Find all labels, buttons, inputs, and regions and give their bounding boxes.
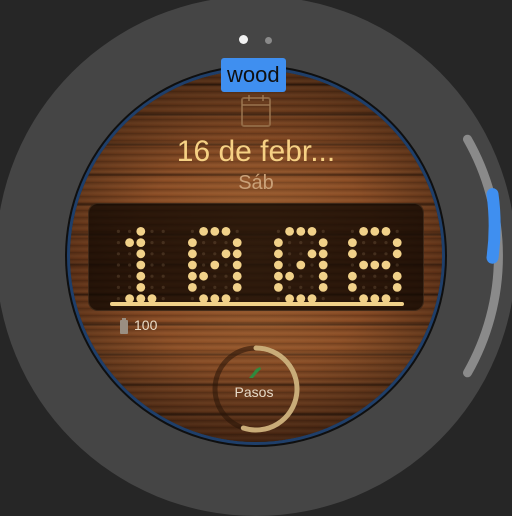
time-digit <box>188 227 242 303</box>
time-digit <box>274 227 328 303</box>
page-dot-active[interactable] <box>239 35 248 44</box>
time-underline <box>110 302 404 306</box>
watchface-name-label: wood <box>221 58 286 92</box>
time-digit <box>348 227 402 303</box>
scroll-thumb[interactable] <box>486 188 501 264</box>
shoe-icon <box>249 367 261 378</box>
battery-value: 100 <box>134 317 158 333</box>
battery-icon <box>120 318 128 334</box>
weekday-text: Sáb <box>238 172 274 194</box>
calendar-icon <box>241 95 271 127</box>
steps-label: Pasos <box>234 384 274 400</box>
time-display <box>116 227 402 303</box>
date-text: 16 de febr... <box>176 135 336 168</box>
page-dot-inactive[interactable] <box>265 37 272 44</box>
